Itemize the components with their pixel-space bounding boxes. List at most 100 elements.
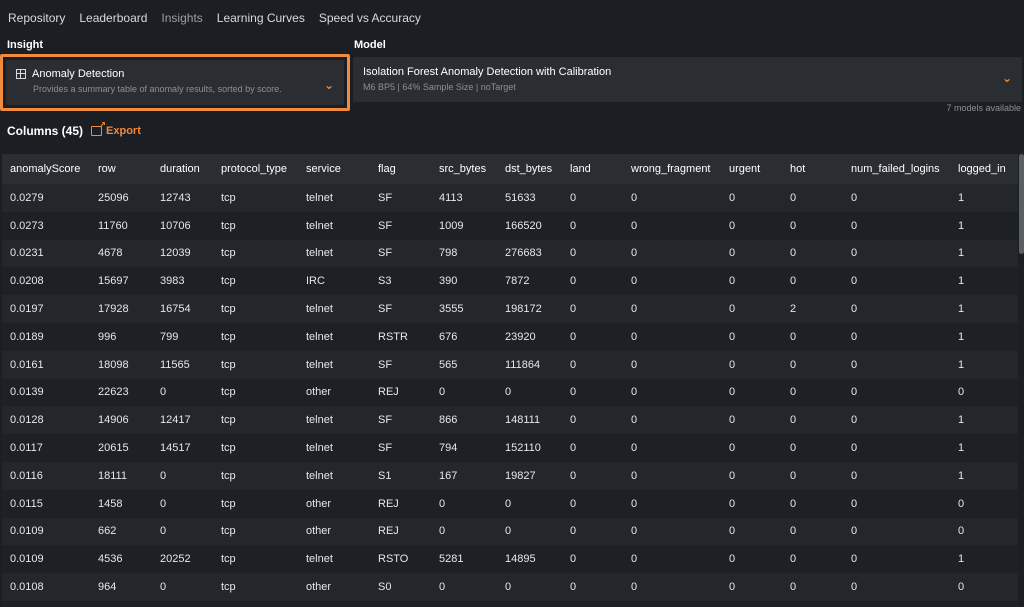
table-cell: 0 bbox=[950, 489, 1018, 518]
table-cell: 0 bbox=[562, 545, 623, 574]
table-cell: telnet bbox=[298, 295, 370, 323]
table-cell: 0 bbox=[623, 517, 721, 546]
table-cell: 0 bbox=[497, 517, 562, 546]
table-cell: 0 bbox=[950, 517, 1018, 546]
table-cell: 0.0161 bbox=[2, 350, 90, 379]
table-cell: 11565 bbox=[152, 350, 213, 379]
table-row: 0.0231 4678 12039 tcp telnet SF 798 276683 0 0 0 0 0… bbox=[2, 239, 1018, 268]
table-row: 0.0208 15697 3983 tcp IRC S3 390 7872 0 0 0 0 0 1 bbox=[2, 267, 1018, 296]
table-cell: 0 bbox=[782, 267, 843, 296]
table-cell: tcp bbox=[213, 211, 298, 240]
table-cell: 0 bbox=[782, 184, 843, 212]
tab-learning-curves[interactable]: Learning Curves bbox=[217, 11, 305, 25]
table-cell: 0 bbox=[843, 517, 950, 546]
export-button[interactable]: Export bbox=[91, 120, 141, 137]
models-available: 7 models available bbox=[946, 103, 1021, 113]
table-cell: 20615 bbox=[90, 434, 152, 462]
table-cell: 0 bbox=[562, 322, 623, 351]
table-row: 0.0109 662 0 tcp other REJ 0 0 0 0 0 0 0 0 bbox=[2, 517, 1018, 546]
table-cell: 14895 bbox=[497, 545, 562, 574]
table-cell: 390 bbox=[431, 267, 497, 296]
column-header[interactable]: land bbox=[562, 154, 623, 184]
table-cell: 964 bbox=[90, 573, 152, 601]
table-cell: 16754 bbox=[152, 295, 213, 323]
column-header[interactable]: flag bbox=[370, 154, 431, 184]
top-nav: Repository Leaderboard Insights Learning… bbox=[0, 0, 1024, 36]
table-cell: tcp bbox=[213, 406, 298, 435]
tab-leaderboard[interactable]: Leaderboard bbox=[79, 11, 147, 25]
table-cell: 0 bbox=[843, 295, 950, 323]
insight-dropdown-highlight: Anomaly Detection Provides a summary tab… bbox=[0, 54, 350, 111]
table-cell: 0.0107 bbox=[2, 600, 90, 607]
table-scrollbar[interactable] bbox=[1019, 154, 1024, 254]
table-cell: 18098 bbox=[90, 350, 152, 379]
table-cell: 17928 bbox=[90, 295, 152, 323]
table-row: 0.0139 22623 0 tcp other REJ 0 0 0 0 0 0 0 0 bbox=[2, 378, 1018, 407]
table-cell: 0 bbox=[431, 573, 497, 601]
column-header[interactable]: protocol_type bbox=[213, 154, 298, 184]
table-icon bbox=[16, 69, 26, 79]
column-header[interactable]: hot bbox=[782, 154, 843, 184]
table-cell: 0 bbox=[950, 378, 1018, 407]
table-cell: 0 bbox=[721, 517, 782, 546]
table-cell: 22623 bbox=[90, 378, 152, 407]
insight-dropdown[interactable]: Anomaly Detection Provides a summary tab… bbox=[6, 60, 344, 105]
table-cell: SF bbox=[370, 211, 431, 240]
table-cell: S0 bbox=[370, 573, 431, 601]
table-cell: 1458 bbox=[90, 489, 152, 518]
table-cell: tcp bbox=[213, 322, 298, 351]
table-cell: 0 bbox=[721, 489, 782, 518]
table-cell: tcp bbox=[213, 517, 298, 546]
table-header-row: anomalyScore row duration protocol_type serv… bbox=[2, 154, 1018, 184]
table-cell: 3983 bbox=[152, 267, 213, 296]
table-cell: 0 bbox=[623, 211, 721, 240]
tab-repository[interactable]: Repository bbox=[8, 11, 65, 25]
chevron-down-icon[interactable]: ⌄ bbox=[324, 78, 334, 92]
table-cell: 1 bbox=[950, 211, 1018, 240]
table-cell: 20252 bbox=[152, 545, 213, 574]
table-cell: 0 bbox=[623, 434, 721, 462]
column-header[interactable]: urgent bbox=[721, 154, 782, 184]
table-cell: 996 bbox=[90, 322, 152, 351]
table-cell: 0 bbox=[843, 378, 950, 407]
table-cell: tcp bbox=[213, 295, 298, 323]
table-cell: 0 bbox=[843, 489, 950, 518]
table-cell: 276683 bbox=[497, 239, 562, 268]
column-header[interactable]: row bbox=[90, 154, 152, 184]
table-cell: 0 bbox=[623, 267, 721, 296]
table-row: 0.0115 1458 0 tcp other REJ 0 0 0 0 0 0 0 0 bbox=[2, 489, 1018, 518]
table-cell: tcp bbox=[213, 267, 298, 296]
table-cell: 0 bbox=[843, 350, 950, 379]
column-header[interactable]: anomalyScore bbox=[2, 154, 90, 184]
table-cell: 0 bbox=[431, 517, 497, 546]
table-cell: telnet bbox=[298, 211, 370, 240]
table-cell: 0 bbox=[721, 406, 782, 435]
table-cell: 0 bbox=[782, 239, 843, 268]
table-cell: 12417 bbox=[152, 406, 213, 435]
column-header[interactable]: service bbox=[298, 154, 370, 184]
column-header[interactable]: num_failed_logins bbox=[843, 154, 950, 184]
column-header[interactable]: dst_bytes bbox=[497, 154, 562, 184]
tab-speed-vs-accuracy[interactable]: Speed vs Accuracy bbox=[319, 11, 421, 25]
table-row: 0.0109 4536 20252 tcp telnet RSTO 5281 14895 0 0 0… bbox=[2, 545, 1018, 574]
tab-insights[interactable]: Insights bbox=[161, 11, 202, 25]
table-cell: S3 bbox=[370, 267, 431, 296]
model-dropdown[interactable]: Isolation Forest Anomaly Detection with … bbox=[353, 57, 1022, 102]
table-cell: 0 bbox=[843, 267, 950, 296]
table-cell: 0.0109 bbox=[2, 517, 90, 546]
column-header[interactable]: logged_in bbox=[950, 154, 1018, 184]
table-cell: 0 bbox=[782, 406, 843, 435]
table-cell bbox=[623, 600, 721, 607]
table-cell: 1 bbox=[950, 434, 1018, 462]
table-cell: telnet bbox=[298, 184, 370, 212]
table-cell: 15697 bbox=[90, 267, 152, 296]
column-header[interactable]: wrong_fragment bbox=[623, 154, 721, 184]
table-cell: 198172 bbox=[497, 295, 562, 323]
table-cell: 0 bbox=[623, 184, 721, 212]
table-cell: other bbox=[298, 573, 370, 601]
table-cell: 0 bbox=[843, 406, 950, 435]
chevron-down-icon[interactable]: ⌄ bbox=[1002, 71, 1012, 85]
column-header[interactable]: src_bytes bbox=[431, 154, 497, 184]
column-header[interactable]: duration bbox=[152, 154, 213, 184]
table-cell: 0 bbox=[843, 184, 950, 212]
